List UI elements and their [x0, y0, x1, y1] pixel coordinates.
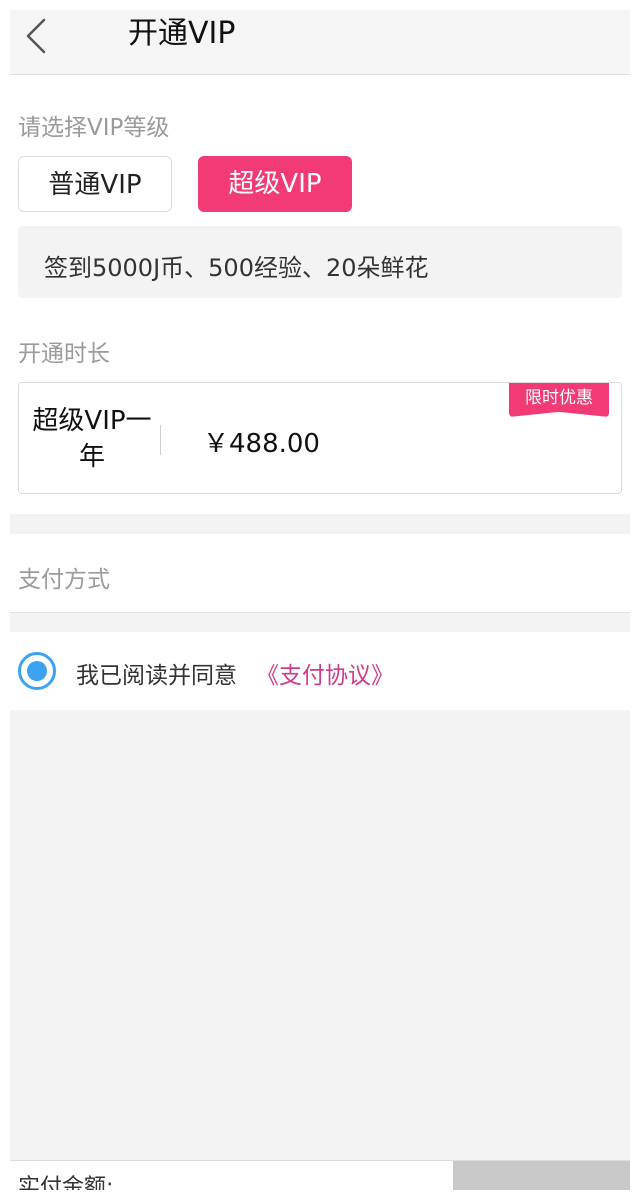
plan-card[interactable]: 超级VIP一年 ￥488.00 限时优惠 — [18, 382, 622, 494]
chevron-left-icon — [26, 18, 46, 54]
back-button[interactable] — [16, 16, 52, 56]
plan-divider — [160, 425, 161, 455]
page-title: 开通VIP — [128, 16, 236, 51]
normal-vip-button[interactable]: 普通VIP — [18, 156, 172, 212]
benefit-text: 签到5000J币、500经验、20朵鲜花 — [44, 254, 429, 282]
plan-name: 超级VIP一年 — [32, 406, 152, 472]
radio-checked-dot — [27, 661, 47, 681]
super-vip-button[interactable]: 超级VIP — [198, 156, 352, 212]
vip-page: 开通VIP 请选择VIP等级 普通VIP 超级VIP 签到5000J币、500经… — [10, 10, 630, 1190]
agreement-row: 我已阅读并同意 《支付协议》 — [10, 632, 630, 710]
section-divider — [10, 612, 630, 633]
payment-agreement-link[interactable]: 《支付协议》 — [256, 656, 394, 690]
plan-price: ￥488.00 — [203, 429, 320, 459]
section-divider — [10, 514, 630, 534]
payment-section-label: 支付方式 — [18, 567, 110, 593]
pay-button[interactable] — [453, 1161, 630, 1190]
agreement-radio[interactable] — [18, 652, 56, 690]
bottom-bar: 实付金额: — [10, 1160, 630, 1190]
empty-content-area — [10, 710, 630, 1160]
duration-section-label: 开通时长 — [18, 341, 110, 367]
agreement-text: 我已阅读并同意 — [76, 663, 237, 689]
level-section-label: 请选择VIP等级 — [18, 115, 170, 141]
promo-badge: 限时优惠 — [509, 383, 609, 417]
benefit-box: 签到5000J币、500经验、20朵鲜花 — [18, 226, 622, 298]
amount-label: 实付金额: — [18, 1175, 114, 1190]
header-bar: 开通VIP — [10, 10, 630, 75]
